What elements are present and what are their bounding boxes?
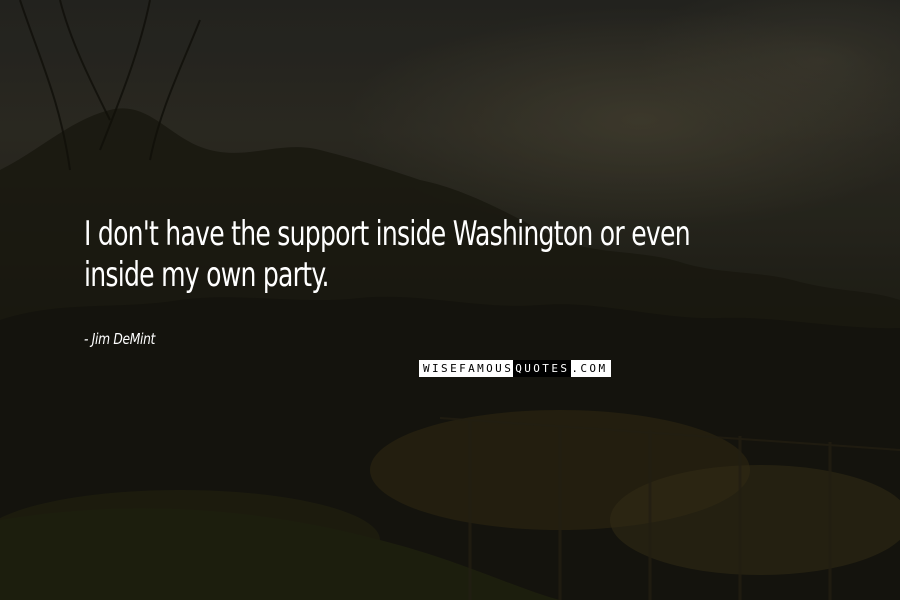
quote-text: I don't have the support inside Washingt…: [84, 214, 691, 295]
quote-author: - Jim DeMint: [84, 330, 156, 348]
watermark-part-com: .COM: [571, 360, 608, 377]
quote-card: I don't have the support inside Washingt…: [0, 0, 900, 600]
watermark-part-wisefamous: WISEFAMOUS: [423, 360, 514, 377]
watermark-part-quotes: QUOTES: [513, 360, 572, 377]
site-watermark: WISEFAMOUS QUOTES .COM: [419, 360, 612, 377]
background-landscape: [0, 0, 900, 600]
dark-overlay: [0, 0, 900, 600]
